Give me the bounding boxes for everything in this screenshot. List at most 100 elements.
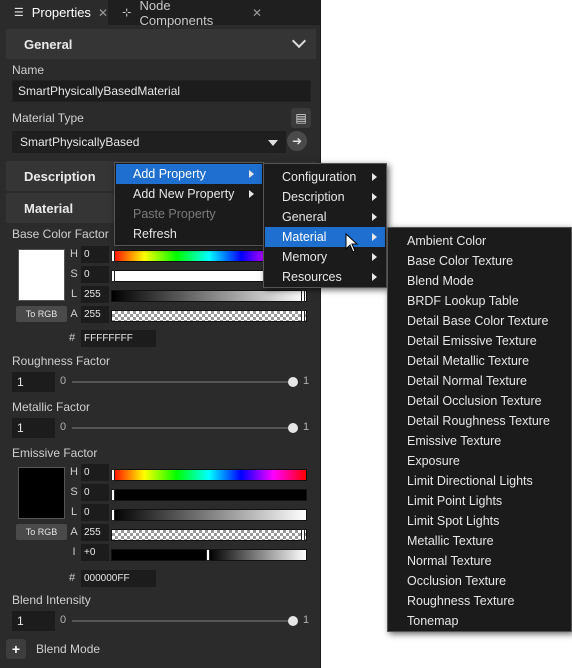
slider-thumb[interactable] <box>111 489 115 501</box>
roughness-label: Roughness Factor <box>12 354 111 368</box>
base-color-hex-field[interactable]: FFFFFFFF <box>81 330 156 347</box>
material-property-item-detail-base-color-texture[interactable]: Detail Base Color Texture <box>389 311 570 331</box>
material-property-item-detail-emissive-texture[interactable]: Detail Emissive Texture <box>389 331 570 351</box>
material-property-item-exposure[interactable]: Exposure <box>389 451 570 471</box>
tab-properties-label: Properties <box>31 5 91 20</box>
name-field[interactable]: SmartPhysicallyBasedMaterial <box>12 80 311 102</box>
slider-thumb[interactable] <box>301 310 305 322</box>
material-property-item-tonemap[interactable]: Tonemap <box>389 611 570 631</box>
base-color-to-rgb-button[interactable]: To RGB <box>16 306 67 322</box>
add-property-submenu: Configuration Description General Materi… <box>263 163 387 288</box>
menu-item-paste-property: Paste Property <box>116 204 262 224</box>
tab-properties[interactable]: ☰ Properties ✕ <box>0 0 108 25</box>
submenu-item-resources[interactable]: Resources <box>265 267 385 287</box>
menu-item-add-new-property[interactable]: Add New Property <box>116 184 262 204</box>
emissive-to-rgb-button[interactable]: To RGB <box>16 524 67 540</box>
slider-thumb[interactable] <box>111 469 115 481</box>
material-property-item-detail-roughness-texture[interactable]: Detail Roughness Texture <box>389 411 570 431</box>
blend-intensity-field[interactable]: 1 <box>12 611 55 631</box>
emissive-a-field[interactable]: 255 <box>81 524 109 541</box>
material-property-item-limit-directional-lights[interactable]: Limit Directional Lights <box>389 471 570 491</box>
blend-intensity-slider-knob[interactable] <box>288 616 298 626</box>
submenu-item-configuration[interactable]: Configuration <box>265 167 385 187</box>
roughness-slider-knob[interactable] <box>288 377 298 387</box>
material-property-item-limit-point-lights[interactable]: Limit Point Lights <box>389 491 570 511</box>
section-general[interactable]: General <box>6 29 316 59</box>
base-color-alpha-slider[interactable] <box>111 310 307 322</box>
blend-mode-label: Blend Mode <box>36 642 101 656</box>
close-icon[interactable]: ✕ <box>98 6 108 20</box>
blend-intensity-slider-track[interactable] <box>72 620 295 622</box>
chevron-right-icon <box>249 190 254 198</box>
menu-item-refresh[interactable]: Refresh <box>116 224 262 244</box>
emissive-color-swatch[interactable] <box>18 467 65 519</box>
material-property-item-brdf-lookup-table[interactable]: BRDF Lookup Table <box>389 291 570 311</box>
add-blend-mode-button[interactable]: + <box>6 639 26 659</box>
metallic-slider-track[interactable] <box>72 427 295 429</box>
material-type-dropdown[interactable]: SmartPhysicallyBased <box>12 131 286 153</box>
edit-material-type-button[interactable]: ▤ <box>291 108 311 128</box>
slider-thumb[interactable] <box>301 290 305 302</box>
chevron-down-icon <box>268 140 278 146</box>
material-property-item-roughness-texture[interactable]: Roughness Texture <box>389 591 570 611</box>
emissive-intensity-field[interactable]: +0 <box>81 544 109 561</box>
emissive-hex-field[interactable]: 000000FF <box>81 570 156 587</box>
menu-item-label: General <box>282 210 327 224</box>
material-property-item-detail-metallic-texture[interactable]: Detail Metallic Texture <box>389 351 570 371</box>
base-color-l-field[interactable]: 255 <box>81 286 109 303</box>
slider-thumb[interactable] <box>301 529 305 541</box>
chevron-right-icon <box>372 233 377 241</box>
section-material-label: Material <box>24 200 74 216</box>
slider-thumb[interactable] <box>206 549 210 561</box>
material-property-item-emissive-texture[interactable]: Emissive Texture <box>389 431 570 451</box>
tab-node-components[interactable]: ⊹ Node Components ✕ <box>112 0 262 28</box>
metallic-min: 0 <box>60 421 67 433</box>
emissive-s-field[interactable]: 0 <box>81 484 109 501</box>
emissive-intensity-slider[interactable] <box>111 549 307 561</box>
base-color-a-field[interactable]: 255 <box>81 306 109 323</box>
material-property-item-ambient-color[interactable]: Ambient Color <box>389 231 570 251</box>
submenu-item-description[interactable]: Description <box>265 187 385 207</box>
close-icon[interactable]: ✕ <box>252 6 262 20</box>
base-color-luminance-slider[interactable] <box>111 290 307 302</box>
material-property-item-blend-mode[interactable]: Blend Mode <box>389 271 570 291</box>
emissive-h-field[interactable]: 0 <box>81 464 109 481</box>
emissive-hue-slider[interactable] <box>111 469 307 481</box>
metallic-field[interactable]: 1 <box>12 418 55 438</box>
submenu-item-general[interactable]: General <box>265 207 385 227</box>
material-property-item-detail-occlusion-texture[interactable]: Detail Occlusion Texture <box>389 391 570 411</box>
material-property-item-detail-normal-texture[interactable]: Detail Normal Texture <box>389 371 570 391</box>
roughness-min: 0 <box>60 375 67 387</box>
base-color-swatch[interactable] <box>18 249 65 301</box>
roughness-slider-track[interactable] <box>72 381 295 383</box>
context-menu: Add Property Add New Property Paste Prop… <box>114 162 264 246</box>
emissive-saturation-slider[interactable] <box>111 489 307 501</box>
slider-thumb[interactable] <box>111 509 115 521</box>
slider-thumb[interactable] <box>111 270 115 282</box>
blend-intensity-max: 1 <box>303 614 310 626</box>
material-type-label: Material Type <box>12 111 84 125</box>
navigate-button[interactable]: ➜ <box>287 131 307 151</box>
emissive-luminance-slider[interactable] <box>111 509 307 521</box>
channel-h-label: H <box>70 248 78 260</box>
submenu-item-memory[interactable]: Memory <box>265 247 385 267</box>
menu-item-label: Resources <box>282 270 342 284</box>
material-properties-submenu: Ambient Color Base Color Texture Blend Mod… <box>387 227 572 632</box>
list-icon: ☰ <box>13 7 24 19</box>
material-property-item-metallic-texture[interactable]: Metallic Texture <box>389 531 570 551</box>
base-color-s-field[interactable]: 0 <box>81 266 109 283</box>
material-property-item-occlusion-texture[interactable]: Occlusion Texture <box>389 571 570 591</box>
material-property-item-normal-texture[interactable]: Normal Texture <box>389 551 570 571</box>
channel-l-label: L <box>70 506 78 518</box>
menu-item-add-property[interactable]: Add Property <box>116 164 262 184</box>
emissive-l-field[interactable]: 0 <box>81 504 109 521</box>
roughness-field[interactable]: 1 <box>12 372 55 392</box>
submenu-item-material[interactable]: Material <box>265 227 385 247</box>
base-color-h-field[interactable]: 0 <box>81 246 109 263</box>
metallic-slider-knob[interactable] <box>288 423 298 433</box>
material-property-item-base-color-texture[interactable]: Base Color Texture <box>389 251 570 271</box>
emissive-alpha-slider[interactable] <box>111 529 307 541</box>
material-property-item-limit-spot-lights[interactable]: Limit Spot Lights <box>389 511 570 531</box>
slider-thumb[interactable] <box>111 250 115 262</box>
arrow-right-icon: ➜ <box>291 134 303 148</box>
